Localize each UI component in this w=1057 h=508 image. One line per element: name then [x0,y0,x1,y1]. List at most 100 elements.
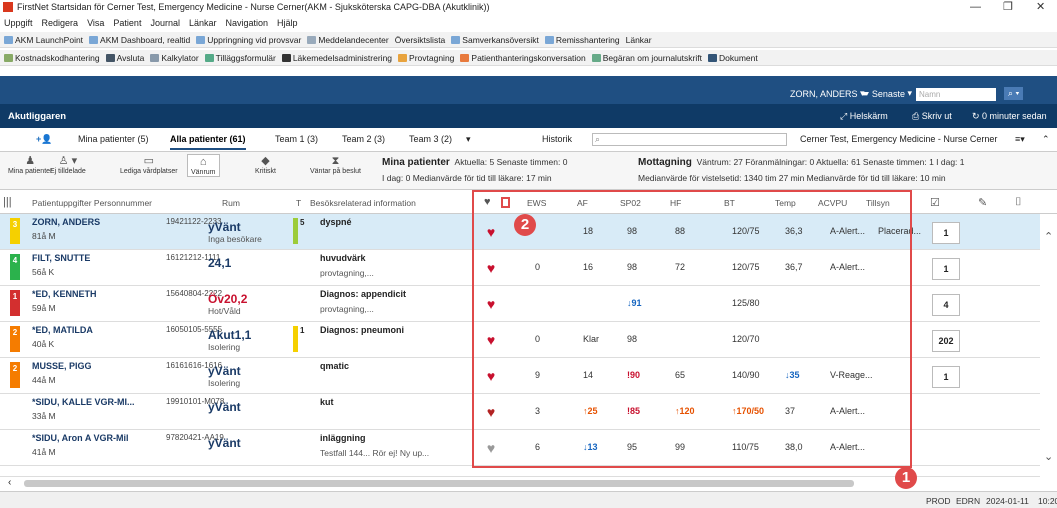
task-count[interactable]: 1 [932,222,960,244]
menu-uppgift[interactable]: Uppgift [4,18,33,28]
recent-menu[interactable]: ▰ Senaste ▾ [862,88,912,99]
print-label: Skriv ut [921,110,952,121]
checklist-icon[interactable]: ☑ [930,196,940,209]
toolbar-remiss[interactable]: Remisshantering [544,35,620,45]
patient-search-input[interactable]: Namn [916,88,996,101]
refresh-button[interactable]: ↻ 0 minuter sedan [972,111,1047,122]
toolbar-provtagning[interactable]: Provtagning [398,53,454,63]
patient-name[interactable]: FILT, SNUTTE [32,253,90,263]
label: Översiktslista [394,34,446,45]
task-count[interactable]: 202 [932,330,960,352]
collapse-icon[interactable]: ⌃ [1042,134,1050,145]
scroll-up-icon[interactable]: ⌃ [1044,230,1053,243]
print-button[interactable]: ⎙ Skriv ut [912,111,952,122]
label: Uppringning vid provsvar [207,34,302,45]
toolbar-patienthantering[interactable]: Patienthanteringskonversation [460,53,586,63]
toolbar-kalkylator[interactable]: Kalkylator [150,52,199,63]
menu-lankar[interactable]: Länkar [189,18,217,28]
patient-name[interactable]: *ED, MATILDA [32,325,93,335]
toolbar-launchpoint[interactable]: AKM LaunchPoint [4,35,83,45]
toolbar-dokument[interactable]: Dokument [707,53,758,63]
calculator-icon [150,53,160,62]
toolbar-tillagg[interactable]: Tilläggsformulär [204,53,276,63]
annotation-badge-2: 2 [514,214,536,236]
column-chooser-icon[interactable]: ||| [3,196,12,208]
filter-lediga-vardplatser[interactable]: ▭ Lediga vårdplatser [120,154,178,175]
toolbar-avsluta[interactable]: Avsluta [105,53,144,63]
tab-team-1[interactable]: Team 1 (3) [275,134,318,144]
menu-redigera[interactable]: Redigera [42,18,79,28]
header-visit-info[interactable]: Besöksrelaterad information [310,198,416,208]
filter-search-input[interactable]: ⌕ [592,133,787,146]
tab-historik[interactable]: Historik [542,134,572,144]
patient-name[interactable]: ZORN, ANDERS [32,217,100,227]
visit-detail: Testfall 144... Rör ej! Ny up... [320,448,430,458]
menu-patient[interactable]: Patient [113,18,141,28]
menu-journal[interactable]: Journal [150,18,180,28]
header-t[interactable]: T [296,198,301,208]
toolbar-journalutskrift[interactable]: Begäran om journalutskrift [591,53,702,63]
toolbar-dashboard[interactable]: AKM Dashboard, realtid [89,35,190,45]
filter-mina-patienter[interactable]: ♟ Mina patienter [8,154,52,175]
minimize-button[interactable]: — [970,0,981,14]
scroll-thumb[interactable] [24,480,854,487]
header-room[interactable]: Rum [222,198,240,208]
search-icon[interactable]: ⌕ ▾ [1004,87,1024,100]
task-count[interactable]: 1 [932,366,960,388]
label: Vänrum [191,169,216,176]
close-button[interactable]: ✕ [1036,0,1045,14]
patient-name[interactable]: *SIDU, KALLE VGR-MI... [32,397,135,407]
patient-name[interactable]: MUSSE, PIGG [32,361,92,371]
user-menu[interactable]: ZORN, ANDERS ▾ [790,88,865,99]
menu-icon[interactable]: ≡▾ [1015,134,1025,145]
room-value: yVänt [208,400,241,414]
tab-dropdown[interactable]: ▾ [466,134,471,145]
task-count[interactable]: 1 [932,258,960,280]
add-patient-icon[interactable]: +👤 [36,134,52,145]
toolbar-meddelandecenter[interactable]: Meddelandecenter [307,35,389,45]
chair-icon: ⌂ [199,156,207,168]
filter-ej-tilldelade[interactable]: ♙ ▾ Ej tilldelade [50,154,86,175]
label: Kalkylator [161,52,199,63]
visit-reason: qmatic [320,361,350,371]
menu-hjalp[interactable]: Hjälp [277,18,298,28]
label: Samverkansöversikt [462,34,539,45]
toolbar-kostnad[interactable]: Kostnadskodhantering [4,53,100,63]
scroll-left-icon[interactable]: ‹ [8,477,11,488]
visit-detail: provtagning,... [320,304,374,314]
label: Provtagning [409,52,455,63]
filter-vantar-pa-beslut[interactable]: ⧗ Väntar på beslut [310,154,361,175]
tab-team-3[interactable]: Team 3 (2) [409,134,452,144]
toolbar-oversiktslista[interactable]: Översiktslista [395,35,446,45]
filter-vantrum[interactable]: ⌂ Vänrum [187,154,220,177]
tube-icon[interactable]: ⌷ [1015,196,1022,209]
my-summary: Mina patienter Aktuella: 5 Senaste timme… [382,157,567,168]
tab-mina-patienter[interactable]: Mina patienter (5) [78,134,149,144]
patient-name[interactable]: *ED, KENNETH [32,289,97,299]
toolbar-samverkan[interactable]: Samverkansöversikt [451,35,539,45]
pencil-icon[interactable]: ✎ [978,196,987,209]
tab-team-2[interactable]: Team 2 (3) [342,134,385,144]
diamond-icon: ◆ [261,155,270,167]
toolbar-uppringning[interactable]: Uppringning vid provsvar [196,35,301,45]
page-header: Akutliggaren ⤢ Helskärm ⎙ Skriv ut ↻ 0 m… [0,104,1057,128]
grid-icon [196,35,206,44]
patient-age-sex: 56å K [32,267,55,277]
header-patient[interactable]: Patientuppgifter Personnummer [32,198,152,208]
filter-kritiskt[interactable]: ◆ Kritiskt [255,154,276,175]
task-count[interactable]: 4 [932,294,960,316]
window-title: FirstNet Startsidan för Cerner Test, Eme… [17,2,490,12]
patient-age-sex: 40å K [32,339,55,349]
toolbar-lankar[interactable]: Länkar [626,35,652,45]
menu-visa[interactable]: Visa [87,18,104,28]
patient-name[interactable]: *SIDU, Aron A VGR-Mil [32,433,129,443]
maximize-button[interactable]: ❐ [1003,0,1013,14]
tab-alla-patienter[interactable]: Alla patienter (61) [170,134,246,150]
toolbar-lakemedel[interactable]: Läkemedelsadministrering [281,53,392,63]
menu-navigation[interactable]: Navigation [226,18,269,28]
room-value: 24,1 [208,256,232,270]
fullscreen-button[interactable]: ⤢ Helskärm [840,111,888,122]
scroll-down-icon[interactable]: ⌄ [1044,450,1053,463]
horizontal-scrollbar[interactable]: ‹ [0,476,1040,490]
menu-bar: Uppgift Redigera Visa Patient Journal Lä… [0,16,1057,30]
